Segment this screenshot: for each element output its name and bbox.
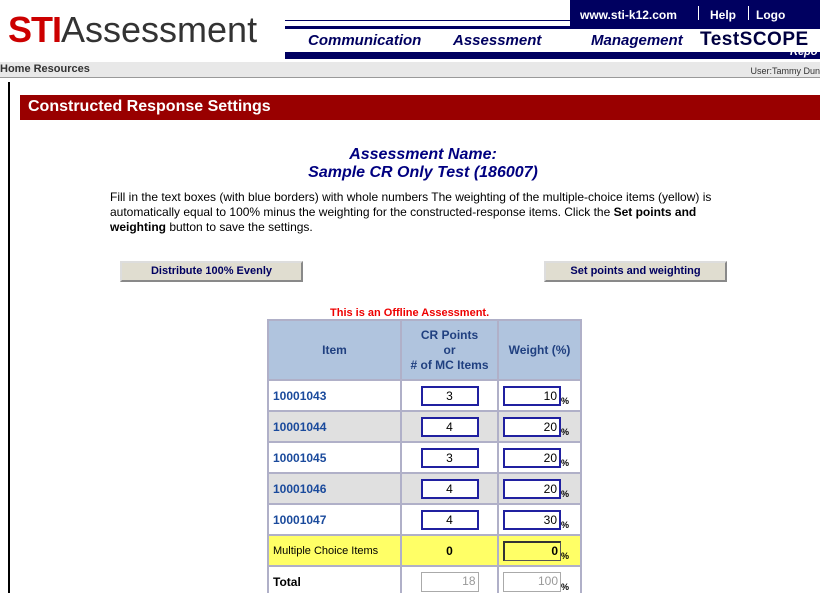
table-row: 10001046 4 20% [267,472,582,505]
offline-notice: This is an Offline Assessment. [330,307,490,319]
percent-sign: % [561,488,570,499]
nav-reports[interactable]: Repo [790,46,818,58]
sti-logo[interactable]: STIAssessment [8,12,257,48]
user-label: User:Tammy Dun [750,66,820,76]
site-link[interactable]: www.sti-k12.com [580,8,677,22]
mc-weight: 0 [503,540,561,561]
nav-assessment[interactable]: Assessment [453,32,541,49]
table-header-row: Item CR Points or # of MC Items Weight (… [267,319,582,381]
home-resources-links[interactable]: Home Resources [0,63,90,75]
item-id: 10001044 [267,410,402,443]
table-row: 10001047 4 30% [267,503,582,536]
item-id: 10001043 [267,379,402,412]
left-border [8,82,10,593]
divider [748,6,749,20]
header-cr-points-line1: CR Points [420,327,479,342]
weight-input[interactable]: 20 [503,416,561,437]
divider [698,6,699,20]
nav-underline [285,52,820,59]
points-input[interactable]: 3 [420,447,479,468]
table-row: 10001044 4 20% [267,410,582,443]
points-input[interactable]: 4 [420,416,479,437]
percent-sign: % [561,426,570,437]
item-id: 10001046 [267,472,402,505]
set-points-weighting-button[interactable]: Set points and weighting [544,261,727,282]
mc-label: Multiple Choice Items [267,534,402,567]
header-item: Item [267,319,402,381]
logo-assessment-text: Assessment [61,9,258,50]
settings-table: Item CR Points or # of MC Items Weight (… [267,319,582,593]
total-label: Total [267,565,402,593]
weight-input[interactable]: 10 [503,385,561,406]
assessment-name-value: Sample CR Only Test (186007) [308,164,538,181]
logout-link[interactable]: Logo [756,8,785,22]
points-input[interactable]: 3 [420,385,479,406]
table-row: 10001043 3 10% [267,379,582,412]
header: STIAssessment www.sti-k12.com Help Logo … [0,0,820,62]
distribute-evenly-button[interactable]: Distribute 100% Evenly [120,261,303,282]
nav-communication[interactable]: Communication [308,32,421,49]
help-link[interactable]: Help [710,8,736,22]
instructions: Fill in the text boxes (with blue border… [110,190,740,235]
percent-sign: % [561,519,570,530]
header-line [285,20,570,21]
percent-sign: % [561,395,570,406]
percent-sign: % [561,550,570,561]
assessment-name-label: Assessment Name: [349,146,497,163]
header-cr-points-line3: # of MC Items [410,357,489,372]
header-cr-points-line2: or [443,342,456,357]
weight-input[interactable]: 20 [503,478,561,499]
table-row: 10001045 3 20% [267,441,582,474]
nav-management[interactable]: Management [591,32,683,49]
header-cr-points: CR Points or # of MC Items [400,319,499,381]
mc-row: Multiple Choice Items 0 0% [267,534,582,567]
weight-input[interactable]: 30 [503,509,561,530]
points-input[interactable]: 4 [420,509,479,530]
assessment-name-block: Assessment Name: Sample CR Only Test (18… [112,146,734,182]
logo-sti-text: STI [8,9,62,50]
item-id: 10001047 [267,503,402,536]
percent-sign: % [561,457,570,468]
header-weight: Weight (%) [497,319,582,381]
percent-sign: % [561,581,570,592]
top-links: www.sti-k12.com Help Logo [570,0,820,26]
item-id: 10001045 [267,441,402,474]
mc-points: 0 [400,534,499,567]
points-input[interactable]: 4 [420,478,479,499]
total-weight: 100 [503,571,561,592]
sub-nav: Home Resources User:Tammy Dun [0,62,820,78]
instructions-text-end: button to save the settings. [166,220,313,234]
total-points: 18 [420,571,479,592]
total-row: Total 18 100% [267,565,582,593]
page-title: Constructed Response Settings [20,95,820,120]
weight-input[interactable]: 20 [503,447,561,468]
